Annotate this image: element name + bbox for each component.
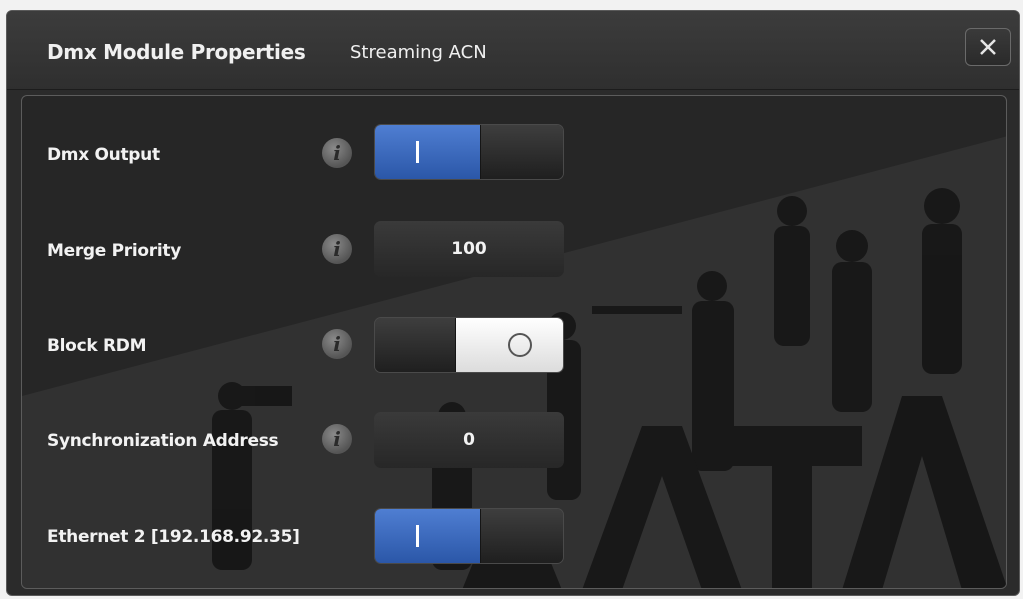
toggle-on-segment xyxy=(375,509,480,563)
block-rdm-toggle[interactable] xyxy=(374,317,564,373)
on-indicator-icon xyxy=(416,525,419,547)
info-icon[interactable]: i xyxy=(322,138,352,168)
merge-priority-field[interactable]: 100 xyxy=(374,221,564,277)
ethernet-2-label: Ethernet 2 [192.168.92.35] xyxy=(47,527,300,547)
toggle-on-segment xyxy=(456,318,563,372)
toggle-off-segment xyxy=(375,318,456,372)
dialog-titlebar: Dmx Module Properties Streaming ACN xyxy=(7,11,1019,90)
toggle-off-segment xyxy=(480,125,563,179)
dmx-output-toggle[interactable] xyxy=(374,124,564,180)
ethernet-2-toggle[interactable] xyxy=(374,508,564,564)
info-icon[interactable]: i xyxy=(322,424,352,454)
sync-address-label: Synchronization Address xyxy=(47,431,279,451)
block-rdm-label: Block RDM xyxy=(47,336,147,356)
close-icon xyxy=(980,39,996,55)
dmx-output-label: Dmx Output xyxy=(47,145,160,165)
toggle-on-segment xyxy=(375,125,480,179)
dialog-title: Dmx Module Properties xyxy=(47,40,306,64)
properties-panel: Dmx Output i Merge Priority i 100 Block … xyxy=(21,95,1007,589)
dmx-properties-dialog: Dmx Module Properties Streaming ACN Dmx … xyxy=(6,10,1020,596)
info-icon[interactable]: i xyxy=(322,234,352,264)
off-indicator-icon xyxy=(507,333,532,357)
dialog-subtitle: Streaming ACN xyxy=(350,42,487,63)
merge-priority-label: Merge Priority xyxy=(47,241,182,261)
sync-address-field[interactable]: 0 xyxy=(374,412,564,468)
on-indicator-icon xyxy=(416,141,419,163)
info-icon[interactable]: i xyxy=(322,329,352,359)
toggle-off-segment xyxy=(480,509,563,563)
close-button[interactable] xyxy=(965,28,1011,66)
